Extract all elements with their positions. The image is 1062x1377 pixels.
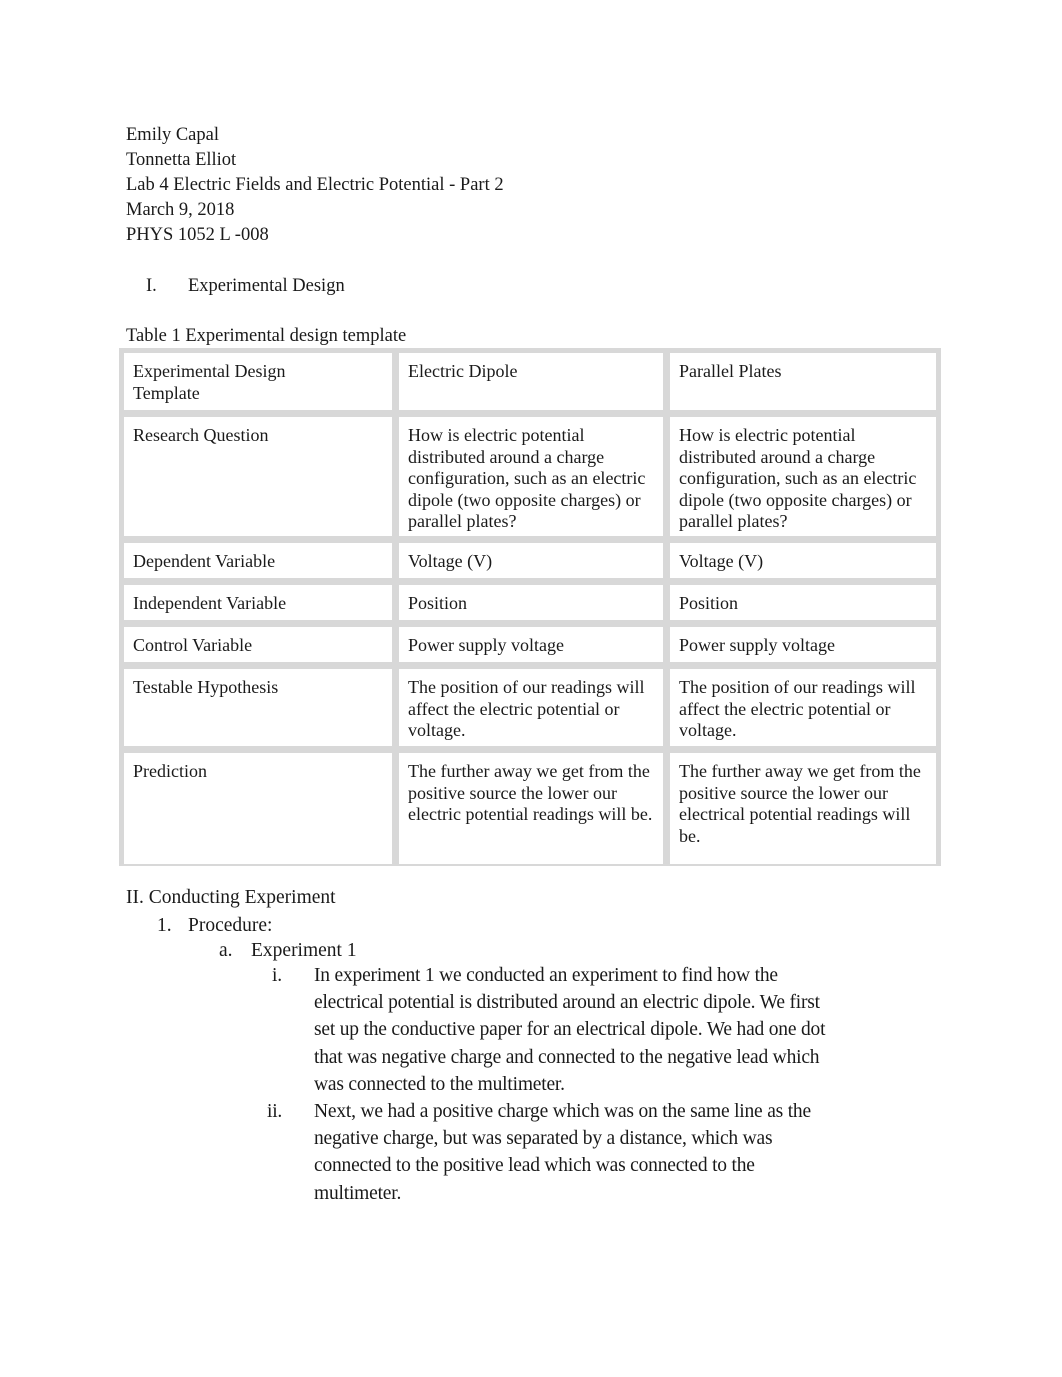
table-cell-text: The further away we get from the positiv… (408, 761, 653, 824)
author-name-2: Tonnetta Elliot (126, 150, 237, 170)
course-code: PHYS 1052 L -008 (126, 225, 269, 245)
table-cell-text: Voltage (V) (679, 551, 764, 571)
table-cell-text: Parallel Plates (679, 361, 782, 381)
section-1-numeral: I. (146, 276, 157, 296)
table-cell-text: Electric Dipole (408, 361, 518, 381)
table-cell-text: Prediction (133, 761, 207, 781)
step-text-line: In experiment 1 we conducted an experime… (314, 965, 778, 986)
experiment-1-label: Experiment 1 (251, 940, 357, 961)
step-text-line: connected to the positive lead which was… (314, 1155, 755, 1177)
step-marker: ii. (267, 1101, 283, 1122)
table-cell-text: The position of our readings will affect… (408, 677, 645, 740)
procedure-marker: 1. (157, 915, 172, 936)
section-2-title: II. Conducting Experiment (126, 887, 336, 908)
design-table: Experimental Design Template Electric Dip… (119, 348, 941, 866)
table-cell-text: Position (408, 593, 468, 613)
procedure-label: Procedure: (188, 915, 273, 936)
step-text-line: multimeter. (314, 1182, 402, 1204)
table-cell-text: Power supply voltage (408, 635, 564, 655)
lab-title: Lab 4 Electric Fields and Electric Poten… (126, 175, 504, 195)
author-name-1: Emily Capal (126, 125, 219, 145)
table-cell-text: How is electric potential distributed ar… (408, 425, 646, 531)
table-cell-text: Control Variable (133, 635, 253, 655)
table-cell-text: Power supply voltage (679, 635, 835, 655)
table-cell-text: Research Question (133, 425, 269, 445)
table-caption: Table 1 Experimental design template (126, 326, 407, 346)
table-cell-text: Voltage (V) (408, 551, 493, 571)
table-cell-text: Testable Hypothesis (133, 677, 279, 697)
table-cell-text: Dependent Variable (133, 551, 276, 571)
step-text-line: set up the conductive paper for an elect… (314, 1019, 826, 1041)
table-cell-text: The further away we get from the positiv… (679, 761, 921, 846)
table-cell-text: Experimental Design Template (133, 361, 286, 403)
table-cell-text: How is electric potential distributed ar… (679, 425, 917, 531)
experiment-1-marker: a. (219, 940, 233, 961)
step-text-line: negative charge, but was separated by a … (314, 1128, 773, 1150)
step-text-line: Next, we had a positive charge which was… (314, 1101, 811, 1122)
step-text-line: was connected to the multimeter. (314, 1073, 565, 1095)
section-1-title: Experimental Design (188, 276, 345, 296)
date: March 9, 2018 (126, 200, 235, 220)
table-cell-text: Independent Variable (133, 593, 287, 613)
table-cell-text: The position of our readings will affect… (679, 677, 916, 740)
step-text-line: electrical potential is distributed arou… (314, 992, 820, 1014)
step-marker: i. (272, 965, 282, 986)
table-cell-text: Position (679, 593, 739, 613)
step-text-line: that was negative charge and connected t… (314, 1046, 820, 1068)
